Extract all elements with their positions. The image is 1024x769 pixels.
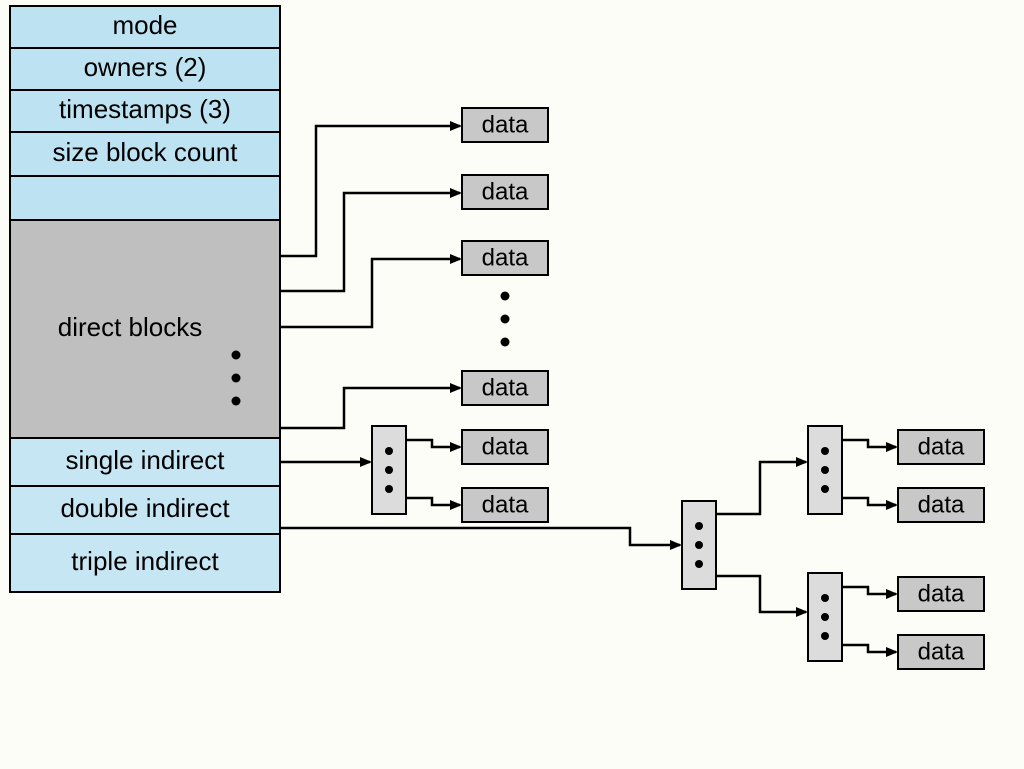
data-block: data [462, 241, 548, 275]
ellipsis-dot [501, 292, 510, 301]
data-block: data [462, 175, 548, 209]
data-block: data [462, 488, 548, 522]
data-block: data [898, 488, 984, 522]
svg-text:data: data [482, 244, 529, 271]
svg-text:data: data [482, 111, 529, 138]
data-block: data [898, 577, 984, 611]
data-block: data [462, 108, 548, 142]
ellipsis-dot [232, 374, 241, 383]
data-block: data [462, 430, 548, 464]
data-block: data [462, 371, 548, 405]
svg-text:data: data [482, 491, 529, 518]
index-block-double-l1 [682, 501, 716, 589]
svg-text:data: data [918, 491, 965, 518]
svg-text:data: data [482, 433, 529, 460]
inode-field-timestamps: timestamps (3) [59, 94, 231, 124]
ellipsis-dot [501, 338, 510, 347]
direct-blocks-label: direct blocks [58, 312, 203, 342]
index-block-single [372, 426, 406, 514]
index-block-double-l2 [808, 573, 842, 661]
index-block-double-l2 [808, 426, 842, 514]
double-indirect-label: double indirect [60, 493, 230, 523]
svg-text:data: data [482, 374, 529, 401]
inode-field-owners: owners (2) [84, 52, 207, 82]
ellipsis-dot [232, 351, 241, 360]
data-block: data [898, 430, 984, 464]
triple-indirect-label: triple indirect [71, 546, 219, 576]
svg-text:data: data [918, 433, 965, 460]
inode-field-size: size block count [53, 137, 239, 167]
svg-text:data: data [918, 638, 965, 665]
ellipsis-dot [232, 397, 241, 406]
data-block: data [898, 635, 984, 669]
svg-text:data: data [482, 178, 529, 205]
inode-field-mode: mode [112, 10, 177, 40]
ellipsis-dot [501, 315, 510, 324]
svg-text:data: data [918, 580, 965, 607]
single-indirect-label: single indirect [66, 445, 226, 475]
